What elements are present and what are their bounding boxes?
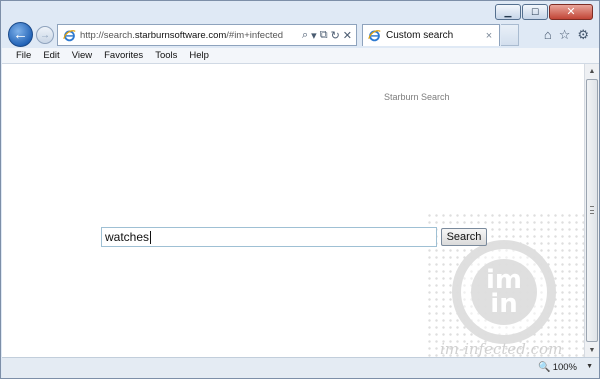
search-input[interactable]: watches xyxy=(101,227,437,247)
maximize-button[interactable]: ☐ xyxy=(522,4,548,20)
status-bar: 🔍 100% ▼ xyxy=(2,357,599,378)
gear-icon[interactable]: ⚙ xyxy=(577,27,589,43)
tab-close-icon[interactable]: × xyxy=(482,30,496,42)
minimize-icon: ▁ xyxy=(504,6,512,17)
tab-custom-search[interactable]: Custom search × xyxy=(362,24,500,46)
ie-tab-icon xyxy=(366,28,382,44)
address-tools: ⌕ ▾ ⧉ ↻ ✕ xyxy=(302,29,356,42)
browser-command-icons: ⌂ ☆ ⚙ xyxy=(544,27,589,43)
ie-page-icon xyxy=(61,27,77,43)
maximize-icon: ☐ xyxy=(530,6,540,17)
url-domain: starburnsoftware.com xyxy=(134,29,227,41)
minimize-button[interactable]: ▁ xyxy=(495,4,521,20)
forward-arrow-icon: → xyxy=(40,29,50,41)
refresh-icon[interactable]: ↻ xyxy=(331,29,340,42)
menu-item-help[interactable]: Help xyxy=(189,50,209,61)
watermark-logo: im in xyxy=(452,240,556,344)
url-suffix: /#im+infected xyxy=(226,29,284,41)
watermark-line-2: in xyxy=(490,289,518,319)
back-arrow-icon: ← xyxy=(13,26,28,43)
zoom-level: 100% xyxy=(552,362,577,373)
forward-button[interactable]: → xyxy=(36,26,54,44)
menu-bar: File Edit View Favorites Tools Help xyxy=(2,48,599,64)
compatibility-view-icon[interactable]: ⧉ xyxy=(320,29,328,42)
zoom-dropdown-icon[interactable]: ▼ xyxy=(586,363,593,370)
address-bar[interactable]: http://search.starburnsoftware.com/#im+i… xyxy=(57,24,357,46)
home-icon[interactable]: ⌂ xyxy=(544,27,552,43)
close-window-button[interactable]: ✕ xyxy=(549,4,593,20)
vertical-scrollbar[interactable]: ▲ ▼ xyxy=(584,64,599,357)
tab-title: Custom search xyxy=(386,30,454,41)
scrollbar-thumb[interactable] xyxy=(586,79,598,342)
search-input-value: watches xyxy=(105,230,150,244)
brand-link[interactable]: Starburn Search xyxy=(384,92,450,102)
new-tab-button[interactable] xyxy=(501,24,519,46)
menu-item-view[interactable]: View xyxy=(72,50,92,61)
scroll-down-icon[interactable]: ▼ xyxy=(585,343,599,357)
page-content: Starburn Search im in im-infected.com wa… xyxy=(2,64,584,357)
back-button[interactable]: ← xyxy=(8,22,33,47)
menu-item-file[interactable]: File xyxy=(16,50,31,61)
url-prefix: http://search. xyxy=(80,29,135,41)
scroll-up-icon[interactable]: ▲ xyxy=(585,64,599,78)
zoom-icon: 🔍 xyxy=(538,362,551,373)
menu-item-tools[interactable]: Tools xyxy=(155,50,177,61)
watermark-logo-text: im in xyxy=(471,259,537,325)
menu-item-edit[interactable]: Edit xyxy=(43,50,59,61)
menu-item-favorites[interactable]: Favorites xyxy=(104,50,143,61)
favorites-star-icon[interactable]: ☆ xyxy=(559,27,571,43)
close-icon: ✕ xyxy=(566,5,576,18)
chevron-down-icon[interactable]: ▾ xyxy=(311,29,317,42)
scrollbar-grip-icon xyxy=(590,206,594,214)
search-icon[interactable]: ⌕ xyxy=(302,29,308,42)
stop-icon[interactable]: ✕ xyxy=(343,29,352,42)
search-button[interactable]: Search xyxy=(441,228,487,246)
browser-window: ▁ ☐ ✕ ← → http://search.starburnsoftware… xyxy=(0,0,600,379)
navigation-bar: ← → http://search.starburnsoftware.com/#… xyxy=(1,21,599,47)
address-url[interactable]: http://search.starburnsoftware.com/#im+i… xyxy=(77,30,302,41)
zoom-control[interactable]: 🔍 100% xyxy=(538,362,577,373)
window-caption-buttons: ▁ ☐ ✕ xyxy=(495,4,593,20)
watermark-url: im-infected.com xyxy=(440,340,563,357)
text-caret xyxy=(150,230,152,244)
